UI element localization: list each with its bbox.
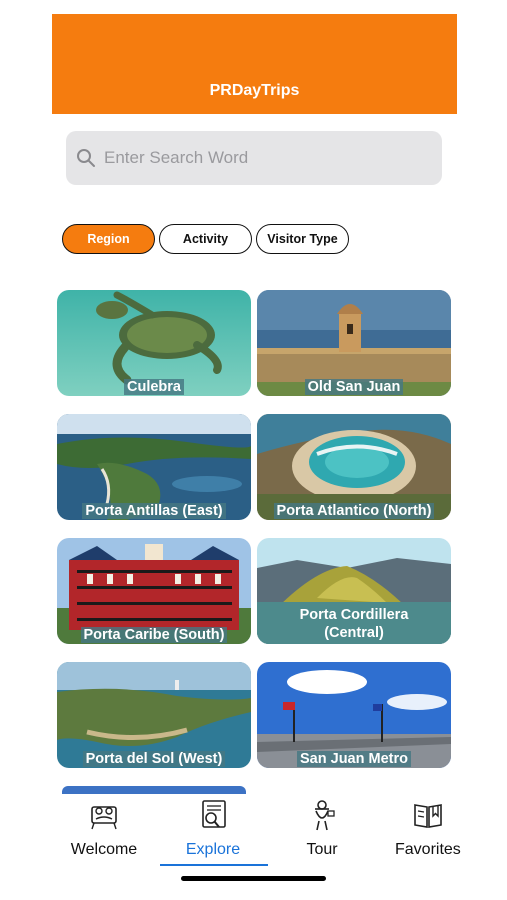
tile-porta-cordillera-label-line2: (Central) — [324, 625, 384, 641]
tab-tour[interactable]: Tour — [272, 795, 372, 859]
tour-icon — [315, 800, 335, 831]
tab-welcome[interactable]: Welcome — [54, 795, 154, 859]
tab-favorites-label: Favorites — [395, 841, 461, 858]
tile-old-san-juan-label: Old San Juan — [304, 379, 404, 395]
tab-explore[interactable]: Explore — [163, 795, 263, 859]
tab-bar: Welcome Explore Tour Favorites — [52, 795, 461, 870]
app-header: PRDayTrips — [52, 14, 457, 114]
tile-old-san-juan[interactable]: Old San Juan — [257, 290, 451, 396]
tile-porta-cordillera-label-line1: Porta Cordillera — [299, 607, 409, 623]
tile-porta-antillas[interactable]: Porta Antillas (East) — [57, 414, 251, 520]
tab-explore-label: Explore — [185, 841, 241, 858]
search-icon — [77, 149, 95, 167]
filter-visitor-type-button[interactable]: Visitor Type — [256, 224, 349, 254]
search-bar[interactable] — [66, 131, 442, 185]
tile-san-juan-metro[interactable]: San Juan Metro — [257, 662, 451, 768]
filter-activity-button[interactable]: Activity — [159, 224, 252, 254]
filter-chips: Region Activity Visitor Type — [62, 224, 349, 254]
filter-region-button[interactable]: Region — [62, 224, 155, 254]
favorites-icon — [414, 804, 442, 828]
tab-welcome-label: Welcome — [70, 841, 138, 858]
tab-tour-label: Tour — [306, 841, 338, 858]
tab-favorites[interactable]: Favorites — [378, 795, 478, 859]
tile-culebra[interactable]: Culebra — [57, 290, 251, 396]
explore-icon — [202, 800, 226, 828]
welcome-icon — [91, 806, 117, 830]
tile-culebra-label: Culebra — [124, 379, 184, 395]
search-input[interactable] — [102, 147, 406, 169]
tile-porta-cordillera[interactable]: Porta Cordillera (Central) — [257, 538, 451, 644]
app-title: PRDayTrips — [209, 82, 300, 99]
tab-active-indicator — [160, 864, 268, 866]
tile-porta-caribe-label: Porta Caribe (South) — [80, 627, 228, 643]
tile-san-juan-metro-label: San Juan Metro — [297, 751, 411, 767]
tile-porta-atlantico[interactable]: Porta Atlantico (North) — [257, 414, 451, 520]
home-indicator — [181, 876, 326, 881]
tile-porta-antillas-label: Porta Antillas (East) — [82, 503, 226, 519]
next-tile-partial[interactable] — [62, 786, 246, 794]
tile-porta-del-sol[interactable]: Porta del Sol (West) — [57, 662, 251, 768]
tile-porta-atlantico-label: Porta Atlantico (North) — [273, 503, 435, 519]
tile-porta-caribe[interactable]: Porta Caribe (South) — [57, 538, 251, 644]
tile-porta-del-sol-label: Porta del Sol (West) — [82, 751, 226, 767]
